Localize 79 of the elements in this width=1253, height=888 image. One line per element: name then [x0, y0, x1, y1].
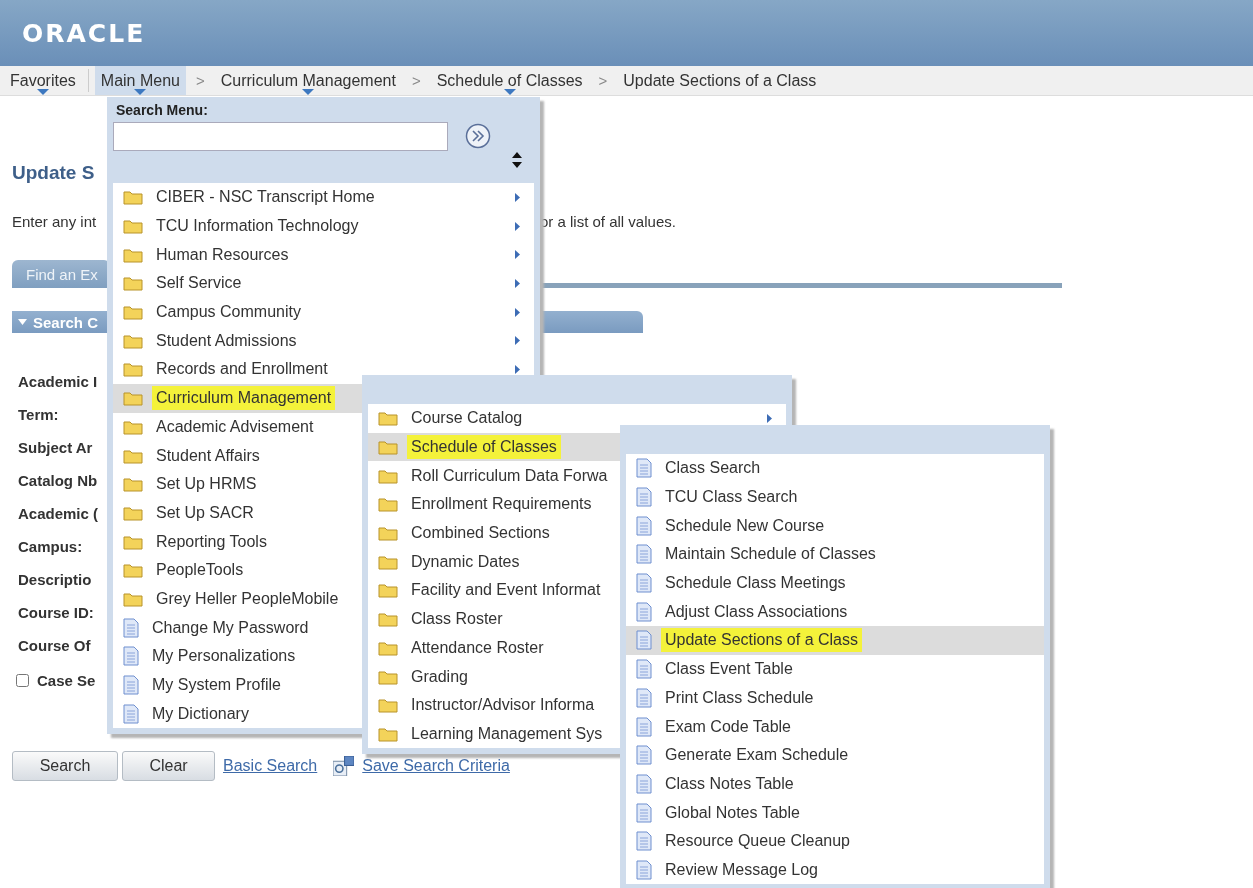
folder-icon — [123, 562, 143, 579]
document-icon — [636, 802, 652, 823]
breadcrumb-separator: > — [411, 72, 421, 89]
save-search-criteria-link[interactable]: Save Search Criteria — [362, 757, 510, 775]
folder-icon — [378, 582, 398, 599]
document-icon — [636, 601, 652, 622]
folder-icon — [378, 639, 398, 656]
folder-icon — [378, 496, 398, 513]
document-icon — [636, 458, 652, 479]
folder-icon — [123, 504, 143, 521]
save-search-icon — [333, 756, 355, 776]
document-icon — [636, 573, 652, 594]
search-field[interactable] — [113, 122, 448, 151]
breadcrumb-item[interactable]: Curriculum Management — [214, 66, 402, 95]
go-icon[interactable] — [465, 123, 491, 149]
field-label: Term: — [18, 405, 59, 425]
document-icon — [636, 487, 652, 508]
field-label: Academic I — [18, 372, 98, 392]
field-label: Descriptio — [18, 570, 92, 590]
document-icon — [636, 745, 652, 766]
folder-icon — [378, 439, 398, 456]
collapse-icon — [18, 319, 27, 325]
checkbox[interactable] — [16, 674, 29, 687]
field-label: Subject Ar — [18, 438, 93, 458]
document-icon — [636, 687, 652, 708]
field-label: Campus: — [18, 537, 83, 557]
folder-icon — [123, 189, 143, 206]
search-label: Search Menu: — [116, 102, 208, 118]
section-title: Search C — [33, 313, 99, 331]
breadcrumb-item[interactable]: Schedule of Classes — [430, 66, 589, 95]
breadcrumb-separator: > — [598, 72, 608, 89]
document-icon — [636, 544, 652, 565]
document-icon — [636, 831, 652, 852]
folder-icon — [378, 410, 398, 427]
field-label: Academic ( — [18, 504, 99, 524]
folder-icon — [123, 361, 143, 378]
instruction-text: Enter any int — [12, 213, 98, 230]
breadcrumb-item[interactable]: Favorites — [4, 66, 82, 95]
field-label: Catalog Nb — [18, 471, 98, 491]
document-icon — [636, 515, 652, 536]
document-icon — [636, 859, 652, 880]
folder-icon — [123, 390, 143, 407]
folder-icon — [378, 725, 398, 742]
folder-icon — [123, 418, 143, 435]
breadcrumb-item[interactable]: Main Menu — [94, 66, 186, 95]
folder-icon — [123, 447, 143, 464]
clear-button[interactable]: Clear — [122, 751, 215, 781]
folder-icon — [378, 467, 398, 484]
folder-icon — [123, 218, 143, 235]
basic-search-link[interactable]: Basic Search — [223, 757, 318, 775]
document-icon — [123, 646, 139, 667]
sort-icon[interactable] — [512, 152, 522, 168]
field-label: Course ID: — [18, 603, 94, 623]
logo: ORACLE — [22, 18, 146, 48]
folder-icon — [123, 533, 143, 550]
document-icon — [123, 617, 139, 638]
folder-icon — [378, 525, 398, 542]
breadcrumb-separator: > — [195, 72, 205, 89]
folder-icon — [123, 304, 143, 321]
checkbox-label: Case Se — [37, 672, 96, 689]
document-icon — [123, 703, 139, 724]
document-icon — [636, 630, 652, 651]
folder-icon — [378, 668, 398, 685]
folder-icon — [378, 697, 398, 714]
folder-icon — [378, 553, 398, 570]
folder-icon — [123, 275, 143, 292]
menu-item[interactable]: Update Sections of a Class — [626, 626, 1044, 655]
document-icon — [636, 659, 652, 680]
folder-icon — [123, 590, 143, 607]
folder-icon — [123, 476, 143, 493]
field-label: Course Of — [18, 636, 91, 656]
breadcrumb-item[interactable]: Update Sections of a Class — [617, 66, 823, 95]
document-icon — [123, 675, 139, 696]
document-icon — [636, 773, 652, 794]
document-icon — [636, 716, 652, 737]
page-title: Update S — [12, 162, 96, 184]
folder-icon — [123, 246, 143, 263]
folder-icon — [378, 611, 398, 628]
search-button[interactable]: Search — [12, 751, 118, 781]
